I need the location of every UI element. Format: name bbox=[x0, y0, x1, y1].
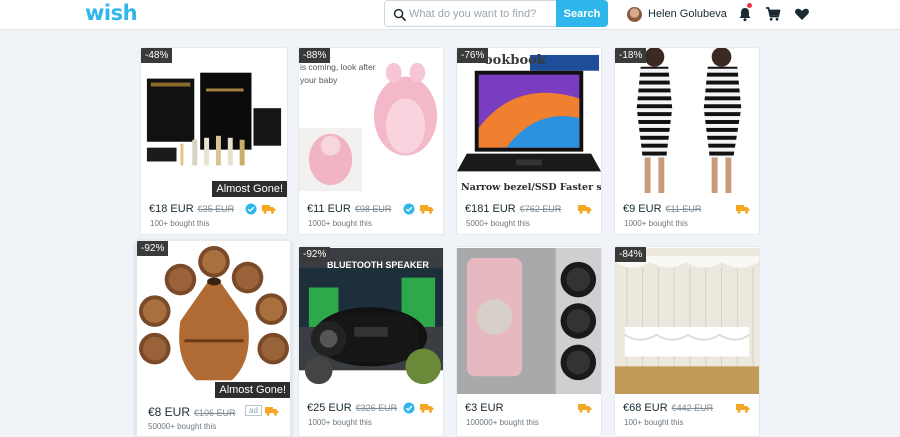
discount-badge: -92% bbox=[299, 247, 331, 262]
price-row: €68 EUR €442 EUR bbox=[623, 402, 713, 414]
price: €25 EUR bbox=[307, 402, 352, 414]
product-card[interactable]: -84% €68 EUR €442 EUR 100+ bought this bbox=[614, 246, 760, 437]
bought-count: 1000+ bought this bbox=[308, 418, 372, 427]
discount-badge: -18% bbox=[615, 48, 647, 63]
bell-icon[interactable] bbox=[737, 6, 753, 22]
price-row: €8 EUR €106 EUR bbox=[148, 405, 236, 419]
price: €11 EUR bbox=[307, 203, 351, 215]
truck-icon bbox=[420, 205, 434, 214]
truck-icon bbox=[265, 407, 279, 416]
cart-icon[interactable] bbox=[765, 6, 781, 22]
product-card[interactable]: BLUETOOTH SPEAKER -92% €25 EUR €326 EUR … bbox=[298, 246, 444, 437]
discount-badge: -92% bbox=[137, 241, 169, 256]
almost-gone-tag: Almost Gone! bbox=[212, 181, 287, 197]
truck-icon bbox=[578, 205, 592, 214]
bought-count: 100+ bought this bbox=[150, 219, 210, 228]
price: €181 EUR bbox=[465, 203, 516, 215]
discount-badge: -76% bbox=[457, 48, 489, 63]
price-row: €18 EUR €35 EUR bbox=[149, 203, 234, 215]
wish-logo[interactable]: wish bbox=[85, 1, 138, 25]
user-name: Helen Golubeva bbox=[648, 8, 727, 20]
bought-count: 100000+ bought this bbox=[466, 418, 539, 427]
original-price: €762 EUR bbox=[519, 204, 562, 214]
original-price: €326 EUR bbox=[355, 403, 398, 413]
bought-count: 5000+ bought this bbox=[466, 219, 530, 228]
heart-icon[interactable] bbox=[794, 6, 810, 22]
product-image-striped-dress bbox=[615, 48, 759, 195]
original-price: €11 EUR bbox=[665, 204, 702, 214]
image-caption: Narrow bezel/SSD Faster speed bbox=[461, 182, 602, 193]
verified-icon bbox=[403, 402, 415, 414]
product-image-phone-mount bbox=[457, 248, 601, 394]
discount-badge: -48% bbox=[141, 48, 173, 63]
search-icon bbox=[393, 8, 406, 21]
price-row: €3 EUR bbox=[465, 402, 508, 414]
original-price: €35 EUR bbox=[197, 204, 235, 214]
image-caption: BLUETOOTH SPEAKER bbox=[327, 260, 429, 270]
product-image-lash-kit bbox=[141, 49, 287, 197]
price-row: €25 EUR €326 EUR bbox=[307, 402, 397, 414]
top-navigation-bar: wish Search Helen Golubeva bbox=[0, 0, 900, 30]
verified-icon bbox=[403, 203, 415, 215]
bought-count: 50000+ bought this bbox=[148, 422, 217, 431]
almost-gone-tag: Almost Gone! bbox=[215, 382, 290, 398]
price: €3 EUR bbox=[465, 402, 504, 414]
product-card[interactable]: -48% Almost Gone! €18 EUR €35 EUR 100+ b… bbox=[140, 47, 288, 235]
image-text-top: ookbook bbox=[484, 53, 546, 68]
search-input[interactable] bbox=[409, 3, 549, 24]
user-profile-menu[interactable]: Helen Golubeva bbox=[627, 4, 727, 24]
product-card[interactable]: €3 EUR 100000+ bought this bbox=[456, 246, 602, 437]
price-row: €181 EUR €762 EUR bbox=[465, 203, 561, 215]
avatar bbox=[627, 6, 642, 22]
notification-dot bbox=[747, 3, 752, 8]
product-image-laptop bbox=[457, 49, 601, 197]
product-card[interactable]: is coming, look after your baby -88% €11… bbox=[298, 47, 444, 235]
truck-icon bbox=[420, 404, 434, 413]
image-caption: is coming, look after your baby bbox=[300, 62, 376, 85]
bought-count: 1000+ bought this bbox=[308, 219, 372, 228]
product-card[interactable]: -18% €9 EUR €11 EUR 1000+ bought this bbox=[614, 47, 760, 235]
price: €9 EUR bbox=[623, 203, 662, 215]
product-card[interactable]: ookbook Narrow bezel/SSD Faster speed -7… bbox=[456, 47, 602, 235]
price: €8 EUR bbox=[148, 405, 191, 419]
original-price: €98 EUR bbox=[354, 204, 392, 214]
ad-tag: ad bbox=[245, 405, 262, 416]
discount-badge: -84% bbox=[615, 247, 647, 262]
bought-count: 1000+ bought this bbox=[624, 219, 688, 228]
price-row: €11 EUR €98 EUR bbox=[307, 203, 391, 215]
original-price: €442 EUR bbox=[671, 403, 714, 413]
truck-icon bbox=[578, 404, 592, 413]
bought-count: 100+ bought this bbox=[624, 418, 684, 427]
price: €18 EUR bbox=[149, 203, 194, 215]
verified-icon bbox=[245, 203, 257, 215]
truck-icon bbox=[736, 404, 750, 413]
price-row: €9 EUR €11 EUR bbox=[623, 203, 701, 215]
search-box: Search bbox=[384, 0, 608, 27]
truck-icon bbox=[736, 205, 750, 214]
original-price: €106 EUR bbox=[194, 408, 236, 418]
search-button[interactable]: Search bbox=[556, 0, 608, 27]
price: €68 EUR bbox=[623, 402, 668, 414]
product-image-curtain-backdrop bbox=[615, 248, 759, 394]
discount-badge: -88% bbox=[299, 48, 331, 63]
truck-icon bbox=[262, 205, 276, 214]
product-card[interactable]: -92% Almost Gone! €8 EUR €106 EUR 50000+… bbox=[136, 240, 291, 437]
product-image-humidifier bbox=[137, 242, 290, 398]
